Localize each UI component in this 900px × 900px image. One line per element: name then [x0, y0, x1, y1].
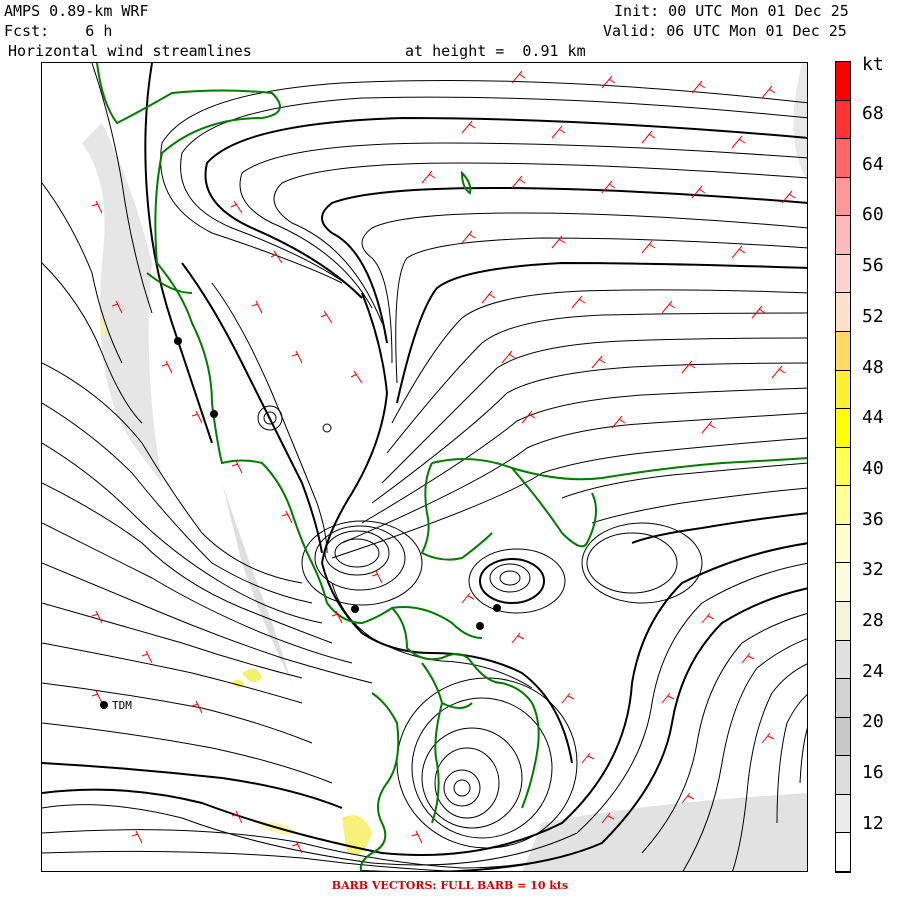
- valid-time: Valid: 06 UTC Mon 01 Dec 25: [603, 22, 847, 40]
- legend-label: 32: [862, 559, 884, 581]
- colorbar-segment: [836, 486, 850, 525]
- legend-label: 16: [862, 762, 884, 784]
- colorbar-segment: [836, 254, 850, 294]
- colorbar-segment: [836, 563, 850, 602]
- legend-label: 44: [862, 407, 884, 429]
- legend-label: 52: [862, 305, 884, 327]
- colorbar-segment: [836, 409, 850, 448]
- colorbar-segment: [836, 216, 850, 255]
- init-time: Init: 00 UTC Mon 01 Dec 25: [614, 2, 849, 20]
- legend-unit: kt: [862, 54, 884, 75]
- station-dot: [476, 622, 484, 630]
- terrain-shading: [82, 63, 807, 871]
- colorbar-segment: [836, 177, 850, 217]
- station-label-tdm: TDM: [112, 699, 132, 712]
- station-dot: [210, 410, 218, 418]
- station-dot: [174, 337, 182, 345]
- colorbar-segment: [836, 139, 850, 178]
- colorbar-segment: [836, 833, 850, 872]
- streamline-map: TDM: [41, 62, 808, 872]
- colorbar-segment: [836, 447, 850, 487]
- barb-footer: BARB VECTORS: FULL BARB = 10 kts: [331, 879, 569, 892]
- forecast-hour: Fcst: 6 h: [4, 22, 113, 40]
- field-name: Horizontal wind streamlines: [8, 42, 252, 60]
- station-dot: [493, 604, 501, 612]
- colorbar-segment: [836, 602, 850, 641]
- legend-label: 48: [862, 356, 884, 378]
- colorbar-segment: [836, 717, 850, 757]
- colorbar-segment: [836, 62, 850, 101]
- colorbar-segment: [836, 679, 850, 718]
- legend-label: 64: [862, 153, 884, 175]
- speed-colorbar: [835, 61, 851, 873]
- legend-label: 68: [862, 103, 884, 124]
- station-dot-tdm: [100, 701, 108, 709]
- station-markers: TDM: [100, 337, 501, 712]
- colorbar-segment: [836, 524, 850, 564]
- legend-label: 28: [862, 610, 884, 631]
- colorbar-segment: [836, 756, 850, 795]
- model-title: AMPS 0.89-km WRF: [4, 2, 149, 20]
- colorbar-segment: [836, 794, 850, 834]
- colorbar-segment: [836, 100, 850, 140]
- legend-label: 36: [862, 508, 884, 530]
- streamline-plot: TDM: [42, 63, 807, 871]
- station-dot: [351, 605, 359, 613]
- legend-label: 24: [862, 660, 884, 682]
- legend-label: 40: [862, 457, 884, 479]
- legend-label: 56: [862, 255, 884, 277]
- colorbar-segment: [836, 640, 850, 680]
- legend-label: 12: [862, 812, 884, 834]
- legend-label: 60: [862, 204, 884, 226]
- colorbar-segment: [836, 370, 850, 410]
- colorbar-segment: [836, 293, 850, 332]
- height-label: at height = 0.91 km: [405, 42, 586, 60]
- colorbar-segment: [836, 332, 850, 371]
- legend-label: 20: [862, 711, 884, 733]
